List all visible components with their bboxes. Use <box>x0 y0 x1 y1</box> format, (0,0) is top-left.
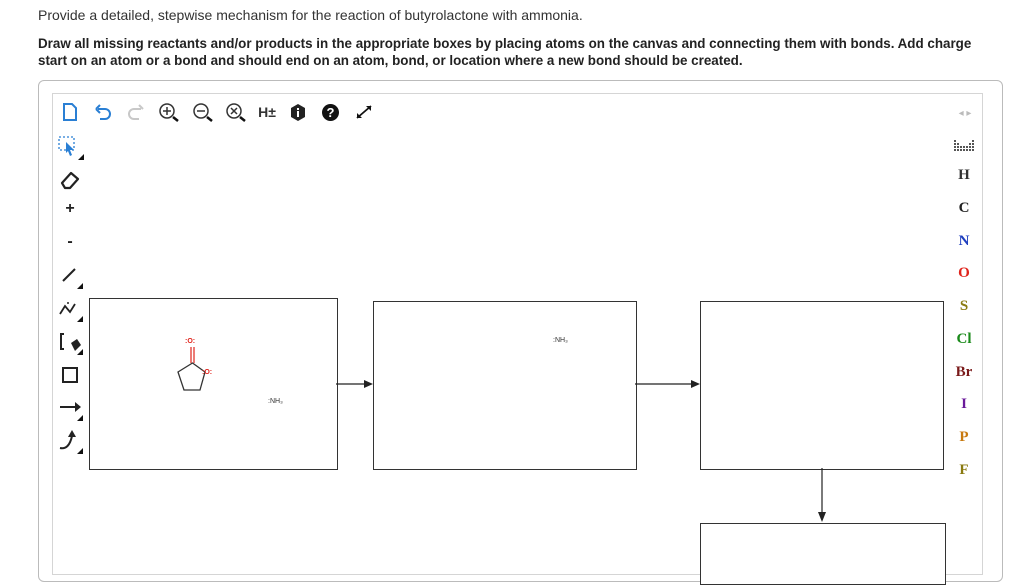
product-box-4[interactable] <box>700 523 946 585</box>
element-br-label: Br <box>955 363 973 380</box>
chain-tool-icon[interactable] <box>56 295 84 323</box>
element-button-c[interactable]: C <box>949 195 979 221</box>
reaction-arrow-1 <box>336 380 373 388</box>
element-n-label: N <box>958 232 970 249</box>
ammonia-label-box2: :NH₃ <box>553 337 568 344</box>
instructions-line-1: Draw all missing reactants and/or produc… <box>38 36 972 51</box>
element-button-o[interactable]: O <box>949 260 979 286</box>
question-text: Provide a detailed, stepwise mechanism f… <box>38 7 583 23</box>
help-icon[interactable]: ? <box>320 101 340 123</box>
explicit-hydrogens-button[interactable]: H± <box>254 101 280 123</box>
arrow-tool-icon[interactable] <box>56 394 84 422</box>
element-i-label: I <box>961 395 967 412</box>
element-button-f[interactable]: F <box>949 457 979 483</box>
element-h-label: H <box>958 166 970 183</box>
template-ring-icon[interactable] <box>56 328 84 356</box>
undo-icon[interactable] <box>93 101 113 123</box>
reaction-arrow-2 <box>635 380 700 388</box>
instructions-line-2: start on an atom or a bond and should en… <box>38 53 743 68</box>
carbonyl-oxygen-label: :O: <box>185 338 196 345</box>
element-button-p[interactable]: P <box>949 424 979 450</box>
svg-text:?: ? <box>326 105 334 120</box>
periodic-table-icon[interactable] <box>949 133 979 159</box>
element-s-label: S <box>959 297 969 314</box>
increase-charge-button[interactable]: + <box>56 195 84 223</box>
palette-toggle-icon[interactable]: ◂ ▸ <box>955 102 975 124</box>
zoom-in-icon[interactable] <box>157 101 181 123</box>
decrease-charge-button[interactable]: - <box>56 228 84 256</box>
zoom-out-icon[interactable] <box>191 101 215 123</box>
element-button-i[interactable]: I <box>949 391 979 417</box>
fullscreen-icon[interactable] <box>354 101 374 123</box>
eraser-icon[interactable] <box>56 166 84 194</box>
info-icon[interactable] <box>289 101 307 123</box>
element-button-s[interactable]: S <box>949 293 979 319</box>
ammonia-label-box1: :NH₃ <box>268 398 283 405</box>
element-c-label: C <box>958 199 970 216</box>
curved-arrow-tool-icon[interactable] <box>56 427 84 455</box>
element-button-h[interactable]: H <box>949 162 979 188</box>
instructions: Draw all missing reactants and/or produc… <box>38 35 971 69</box>
ring-oxygen-label: :O: <box>202 369 213 376</box>
new-document-icon[interactable] <box>60 101 80 123</box>
element-o-label: O <box>958 264 970 281</box>
intermediate-box-3[interactable] <box>700 301 944 470</box>
intermediate-box-2[interactable] <box>373 301 637 470</box>
element-button-cl[interactable]: Cl <box>949 326 979 352</box>
redo-icon[interactable] <box>126 101 146 123</box>
element-button-n[interactable]: N <box>949 228 979 254</box>
element-f-label: F <box>959 461 969 478</box>
element-button-br[interactable]: Br <box>949 359 979 385</box>
reaction-arrow-3 <box>818 468 826 522</box>
element-cl-label: Cl <box>956 330 972 347</box>
zoom-reset-icon[interactable] <box>224 101 248 123</box>
element-p-label: P <box>959 428 969 445</box>
single-bond-icon[interactable] <box>56 262 84 290</box>
selection-tool-icon[interactable] <box>56 133 84 161</box>
rectangle-tool-icon[interactable] <box>56 361 84 389</box>
